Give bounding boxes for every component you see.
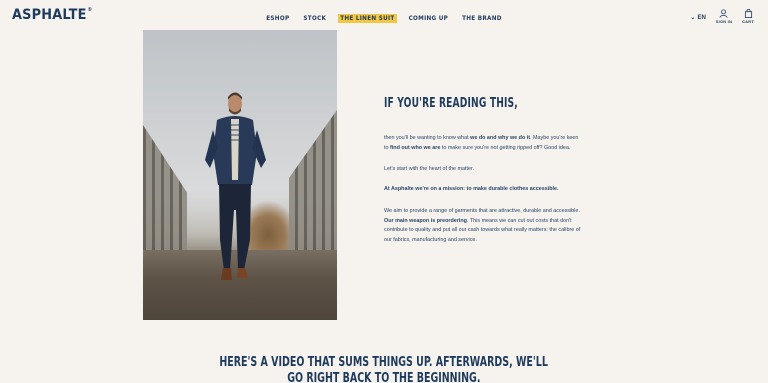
- preorder-paragraph: We aim to provide a range of garments th…: [384, 207, 581, 243]
- video-heading-line-2: GO RIGHT BACK TO THE BEGINNING.: [287, 370, 481, 383]
- nav-the-linen-suit[interactable]: THE LINEN SUIT: [338, 14, 397, 23]
- chevron-down-icon: ⌄: [690, 15, 696, 21]
- sign-in-label: SIGN IN: [715, 19, 733, 24]
- user-icon: [719, 9, 728, 18]
- nav-stock[interactable]: STOCK: [301, 14, 328, 23]
- intro-paragraph: then you'll be wanting to know what we d…: [384, 135, 579, 151]
- language-label: EN: [697, 14, 706, 21]
- nav-coming-up[interactable]: COMING UP: [407, 14, 451, 23]
- mission-paragraph: At Asphalte we're on a mission: to make …: [384, 186, 559, 193]
- about-section: IF YOU'RE READING THIS, then you'll be w…: [384, 96, 584, 246]
- video-heading-line-1: HERE'S A VIDEO THAT SUMS THINGS UP. AFTE…: [219, 354, 549, 370]
- cart-label: CART: [742, 19, 754, 24]
- heart-paragraph: Let's start with the heart of the matter…: [384, 166, 475, 173]
- header-tools: ⌄ EN SIGN IN CART: [690, 9, 754, 24]
- bag-icon: [744, 9, 752, 18]
- nav-eshop[interactable]: ESHOP: [264, 14, 291, 23]
- section-heading: IF YOU'RE READING THIS,: [384, 96, 518, 111]
- site-header: ASPHALTE® ESHOP STOCK THE LINEN SUIT COM…: [0, 0, 768, 30]
- walking-man-figure: [205, 92, 266, 280]
- nav-the-brand[interactable]: THE BRAND: [460, 14, 504, 23]
- language-selector[interactable]: ⌄ EN: [690, 14, 706, 22]
- sign-in-button[interactable]: SIGN IN: [716, 9, 732, 24]
- main-nav: ESHOP STOCK THE LINEN SUIT COMING UP THE…: [0, 14, 768, 23]
- video-heading: HERE'S A VIDEO THAT SUMS THINGS UP. AFTE…: [0, 354, 768, 383]
- hero-photo: [143, 30, 337, 320]
- cart-button[interactable]: CART: [742, 9, 754, 24]
